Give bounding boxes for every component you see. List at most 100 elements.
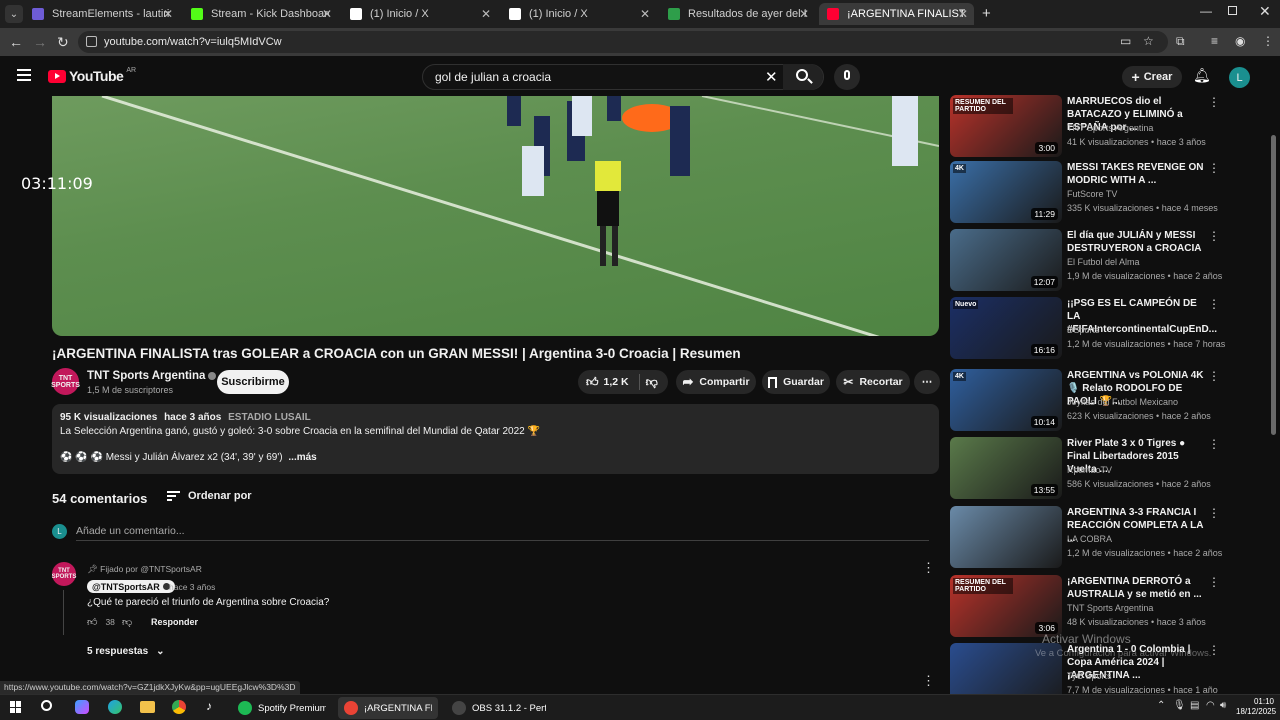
- media-control-icon[interactable]: ≡: [1211, 34, 1218, 48]
- add-comment-input[interactable]: Añade un comentario...: [76, 525, 185, 537]
- like-button[interactable]: 👍︎ 1,2 K: [586, 375, 629, 390]
- comment-author-avatar[interactable]: TNT SPORTS: [52, 562, 76, 586]
- more-vertical-icon[interactable]: ⋮: [1208, 229, 1220, 243]
- recommended-video[interactable]: Nuevo 16:16 ¡¡PSG ES EL CAMPEÓN DE LA #FIF…: [950, 297, 1225, 359]
- recommended-video[interactable]: ARGENTINA 3-3 FRANCIA I REACCIÓN COMPLET…: [950, 506, 1222, 568]
- network-tray-icon[interactable]: ▤: [1190, 700, 1199, 711]
- recommended-video[interactable]: RESUMEN DEL PARTIDO 3:00 MARRUECOS dio el …: [950, 95, 1220, 157]
- minimize-button[interactable]: —: [1200, 4, 1212, 18]
- browser-tab[interactable]: ¡ARGENTINA FINALISTA tras GO✕: [819, 3, 974, 25]
- save-button[interactable]: Guardar: [762, 370, 830, 394]
- recommended-channel[interactable]: RptimaoTV: [1067, 465, 1112, 475]
- video-thumbnail[interactable]: 4K 11:29: [950, 161, 1062, 223]
- hamburger-menu-icon[interactable]: [17, 69, 31, 81]
- recommended-channel[interactable]: DSports: [1067, 325, 1100, 335]
- next-comment-menu-icon[interactable]: ⋮: [922, 673, 935, 689]
- copilot-icon[interactable]: [75, 700, 89, 714]
- recommended-channel[interactable]: TyC Sports: [1067, 671, 1112, 681]
- sort-comments-button[interactable]: Ordenar por: [167, 490, 252, 502]
- more-vertical-icon[interactable]: ⋮: [1208, 575, 1220, 589]
- channel-name[interactable]: TNT Sports Argentina: [87, 370, 217, 382]
- recommended-channel[interactable]: FutScore TV: [1067, 189, 1117, 199]
- tab-close-icon[interactable]: ✕: [958, 7, 968, 21]
- browser-tab[interactable]: (1) Inicio / X ✕: [501, 3, 656, 25]
- reload-icon[interactable]: ↻: [57, 34, 69, 51]
- browser-tab[interactable]: (1) Inicio / X ✕: [342, 3, 497, 25]
- create-button[interactable]: + Crear: [1122, 66, 1182, 88]
- system-tray-chevron-icon[interactable]: ⌃: [1157, 700, 1165, 711]
- browser-tab[interactable]: Stream - Kick Dashboard ✕: [183, 3, 338, 25]
- page-scrollbar[interactable]: [1271, 135, 1276, 435]
- bookmark-star-icon[interactable]: ☆: [1143, 34, 1154, 48]
- recommended-video[interactable]: RESUMEN DEL PARTIDO 3:06 ¡ARGENTINA DERROT…: [950, 575, 1220, 637]
- channel-avatar[interactable]: TNT SPORTS: [51, 368, 80, 395]
- back-arrow-icon[interactable]: ←: [9, 34, 23, 50]
- more-vertical-icon[interactable]: ⋮: [1208, 369, 1220, 383]
- restore-button[interactable]: [1228, 6, 1237, 15]
- video-thumbnail[interactable]: 13:55: [950, 437, 1062, 499]
- site-info-icon[interactable]: [86, 36, 97, 47]
- notifications-bell-icon[interactable]: 🔔︎: [1193, 67, 1211, 84]
- dislike-button[interactable]: 👎︎: [646, 375, 658, 390]
- recommended-video[interactable]: 4K 10:14 ARGENTINA vs POLONIA 4K 🎙️ Relato…: [950, 369, 1220, 431]
- close-window-button[interactable]: ✕: [1259, 3, 1271, 20]
- video-thumbnail[interactable]: RESUMEN DEL PARTIDO 3:00: [950, 95, 1062, 157]
- tab-close-icon[interactable]: ✕: [163, 7, 173, 21]
- view-replies-button[interactable]: 5 respuestas ⌄: [87, 646, 165, 657]
- search-taskbar-icon[interactable]: [41, 700, 52, 711]
- more-vertical-icon[interactable]: ⋮: [1208, 95, 1220, 109]
- more-vertical-icon[interactable]: ⋮: [1208, 437, 1220, 451]
- reply-button[interactable]: Responder: [151, 617, 198, 627]
- tab-close-icon[interactable]: ✕: [322, 7, 332, 21]
- recommended-title[interactable]: ¡ARGENTINA DERROTÓ a AUSTRALIA y se meti…: [1067, 575, 1205, 601]
- description-box[interactable]: 95 K visualizaciones hace 3 años ESTADIO…: [52, 404, 939, 474]
- tab-close-icon[interactable]: ✕: [481, 7, 491, 21]
- taskbar-app[interactable]: OBS 31.1.2 - Perfil: ...: [446, 697, 552, 719]
- address-bar[interactable]: youtube.com/watch?v=iulq5MIdVCw: [78, 31, 1168, 53]
- new-tab-button[interactable]: +: [982, 5, 991, 22]
- more-vertical-icon[interactable]: ⋮: [1208, 506, 1220, 520]
- recommended-video[interactable]: 13:55 River Plate 3 x 0 Tigres ● Final Li…: [950, 437, 1220, 499]
- more-actions-button[interactable]: ⋯: [914, 370, 940, 394]
- recommended-video[interactable]: 12:07 El día que JULIÁN y MESSI DESTRUYER…: [950, 229, 1222, 291]
- taskbar-app[interactable]: Spotify Premium: [232, 697, 332, 719]
- taskbar-app[interactable]: ¡ARGENTINA FINAL...: [338, 697, 438, 719]
- comment-menu-icon[interactable]: ⋮: [922, 560, 935, 576]
- recommended-channel[interactable]: LA COBRA: [1067, 534, 1112, 544]
- account-avatar[interactable]: L: [1229, 67, 1250, 88]
- recommended-channel[interactable]: TNT Sports Argentina: [1067, 603, 1153, 613]
- video-player[interactable]: [52, 96, 939, 336]
- forward-arrow-icon[interactable]: →: [33, 34, 47, 50]
- edge-icon[interactable]: [108, 700, 122, 714]
- tab-close-icon[interactable]: ✕: [799, 7, 809, 21]
- browser-tab[interactable]: StreamElements - lautirivero21✕: [24, 3, 179, 25]
- voice-search-button[interactable]: [834, 64, 860, 90]
- cast-icon[interactable]: ▭: [1120, 34, 1131, 48]
- file-explorer-icon[interactable]: [140, 701, 155, 713]
- video-thumbnail[interactable]: RESUMEN DEL PARTIDO 3:06: [950, 575, 1062, 637]
- wifi-icon[interactable]: ◠: [1206, 700, 1215, 711]
- recommended-video[interactable]: 4K 11:29 MESSI TAKES REVENGE ON MODRIC WIT…: [950, 161, 1220, 223]
- tab-close-icon[interactable]: ✕: [640, 7, 650, 21]
- microphone-tray-icon[interactable]: 🎙︎: [1173, 700, 1186, 711]
- comment-like-button[interactable]: 👍︎ 38: [87, 616, 115, 628]
- more-vertical-icon[interactable]: ⋮: [1208, 297, 1220, 311]
- video-thumbnail[interactable]: 4K 10:14: [950, 369, 1062, 431]
- location-tag[interactable]: ESTADIO LUSAIL: [228, 412, 311, 423]
- clear-search-icon[interactable]: ✕: [765, 68, 778, 86]
- show-more-link[interactable]: ...más: [288, 452, 316, 463]
- chrome-taskbar-icon[interactable]: [172, 700, 186, 714]
- search-button[interactable]: [783, 64, 823, 90]
- video-thumbnail[interactable]: Nuevo 16:16: [950, 297, 1062, 359]
- more-vertical-icon[interactable]: ⋮: [1208, 161, 1220, 175]
- recommended-channel[interactable]: Joyitas del Futbol Mexicano: [1067, 397, 1178, 407]
- tiktok-icon[interactable]: ♪: [206, 699, 212, 713]
- recommended-title[interactable]: MESSI TAKES REVENGE ON MODRIC WITH A ...: [1067, 161, 1205, 187]
- profile-icon[interactable]: ◉: [1235, 34, 1245, 48]
- browser-menu-icon[interactable]: ⋮: [1262, 34, 1274, 48]
- comment-age[interactable]: hace 3 años: [169, 582, 215, 592]
- windows-start-icon[interactable]: [10, 701, 22, 713]
- search-box[interactable]: gol de julian a croacia ✕: [422, 64, 824, 90]
- comment-thumbs-down-icon[interactable]: 👎︎: [122, 616, 132, 628]
- youtube-logo[interactable]: YouTube AR: [48, 67, 136, 84]
